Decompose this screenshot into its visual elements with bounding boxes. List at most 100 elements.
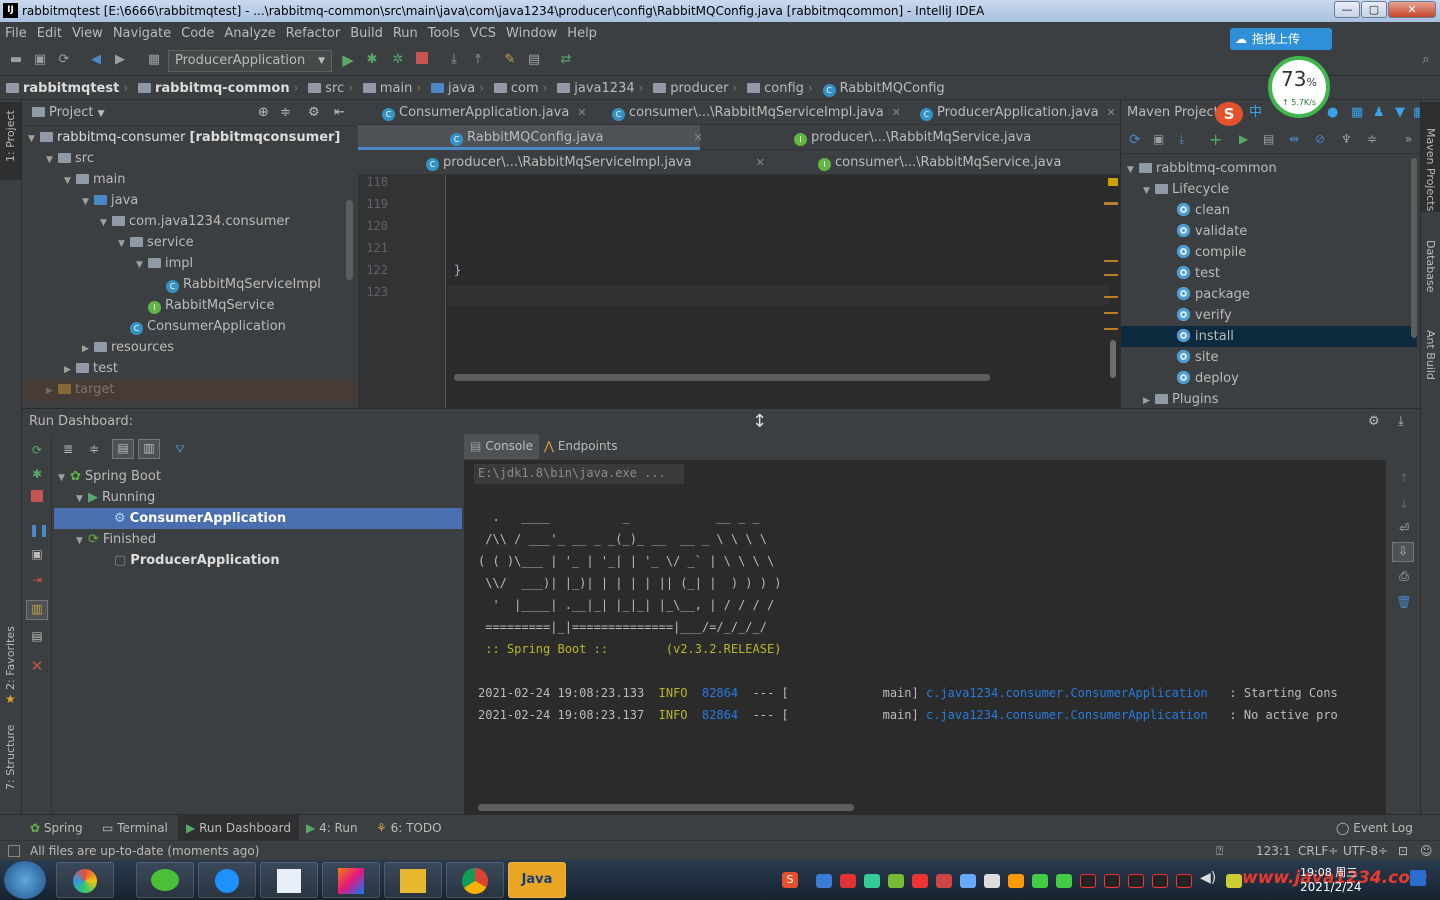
scroll-up-icon[interactable]: ↑ bbox=[1396, 470, 1412, 486]
run-maven-icon[interactable]: ▶ bbox=[1239, 132, 1248, 146]
console-output[interactable]: E:\jdk1.8\bin\java.exe ... . ____ _ __ _… bbox=[464, 460, 1386, 814]
editor-vertical-scrollbar[interactable] bbox=[1110, 340, 1116, 378]
tree-spring-boot[interactable]: ▼ ✿ Spring Boot bbox=[58, 466, 161, 487]
event-log-tool-button[interactable]: ◯ Event Log bbox=[1336, 815, 1413, 841]
user-icon[interactable]: ♟ bbox=[1373, 100, 1385, 126]
menu-vcs[interactable]: VCS bbox=[465, 23, 501, 45]
gear-icon[interactable]: ⚙ bbox=[308, 100, 320, 126]
breadcrumb-item[interactable]: producer bbox=[653, 77, 729, 101]
tab-consumer-service[interactable]: Iconsumer\...\RabbitMqService.java✕ bbox=[818, 150, 1135, 175]
keyboard-icon[interactable]: ▦ bbox=[1351, 100, 1363, 126]
inspection-icon[interactable]: ☺ bbox=[1420, 841, 1433, 861]
qq-tray-icon[interactable] bbox=[1128, 874, 1144, 888]
layout-icon[interactable]: ▥ bbox=[26, 600, 48, 620]
shield-icon[interactable] bbox=[864, 874, 880, 888]
more-icon[interactable]: » bbox=[1405, 132, 1412, 146]
close-tab-icon[interactable]: ✕ bbox=[892, 106, 901, 119]
clock-time[interactable]: 19:08 周三 bbox=[1300, 864, 1357, 880]
editor-horizontal-scrollbar[interactable] bbox=[454, 374, 990, 381]
chevron-down-icon[interactable]: ▼ bbox=[82, 192, 94, 213]
tree-finished-app[interactable]: ▢ ProducerApplication bbox=[114, 550, 280, 571]
console-horizontal-scrollbar[interactable] bbox=[478, 804, 854, 811]
tree-item[interactable]: ▶ resources bbox=[82, 337, 174, 358]
taskbar-app-intellij[interactable] bbox=[322, 862, 380, 898]
collapse-all-icon[interactable]: ≑ bbox=[1367, 132, 1377, 146]
collapse-all-icon[interactable]: ≑ bbox=[86, 441, 102, 457]
close-tab-icon[interactable]: ✕ bbox=[693, 131, 702, 144]
tray-icon-8[interactable] bbox=[1056, 874, 1072, 888]
coverage-icon[interactable]: ✲ bbox=[390, 52, 406, 68]
reimport-icon[interactable]: ⟳ bbox=[1129, 132, 1141, 148]
menu-help[interactable]: Help bbox=[562, 23, 602, 45]
hide-icon[interactable]: ⇤ bbox=[334, 100, 345, 126]
network-speed-widget[interactable]: 73% ↑ 5.7K/s bbox=[1268, 56, 1330, 118]
upload-drag-button[interactable]: ☁ 拖拽上传 bbox=[1230, 28, 1332, 50]
maven-goal-verify[interactable]: verify bbox=[1177, 305, 1232, 326]
group-by-type-icon[interactable]: ▤ bbox=[112, 439, 134, 459]
maven-settings-icon[interactable]: ▤ bbox=[1263, 132, 1274, 146]
menu-window[interactable]: Window bbox=[501, 23, 562, 45]
trash-icon[interactable]: 🗑 bbox=[1396, 594, 1412, 610]
chevron-right-icon[interactable]: ▶ bbox=[82, 339, 94, 360]
tray-icon-1[interactable] bbox=[816, 874, 832, 888]
nvidia-icon[interactable] bbox=[888, 874, 904, 888]
tray-icon-9[interactable] bbox=[1226, 874, 1242, 888]
project-structure-icon[interactable]: ✎ bbox=[502, 52, 518, 68]
breadcrumb-item[interactable]: java1234 bbox=[557, 77, 635, 101]
tree-item[interactable]: C ConsumerApplication bbox=[118, 316, 286, 337]
microphone-icon[interactable]: ● bbox=[1327, 100, 1338, 126]
exit-icon[interactable]: ⇥ bbox=[29, 572, 45, 588]
menu-run[interactable]: Run bbox=[388, 23, 423, 45]
tab-console[interactable]: ▤ Console bbox=[464, 434, 539, 459]
close-icon[interactable]: ✕ bbox=[29, 658, 45, 674]
toggle-offline-icon[interactable]: ⇹ bbox=[1289, 132, 1299, 146]
chevron-down-icon[interactable]: ▼ bbox=[118, 234, 130, 255]
hide-panel-icon[interactable]: ⤓ bbox=[1398, 409, 1404, 435]
maven-goal-validate[interactable]: validate bbox=[1177, 221, 1247, 242]
ime-mode-icon[interactable]: 中 bbox=[1249, 100, 1262, 126]
favorites-tool-label[interactable]: 2: Favorites bbox=[4, 626, 17, 690]
print-icon[interactable]: ⎙ bbox=[1396, 568, 1412, 584]
maven-tool-label[interactable]: Maven Projects bbox=[1424, 128, 1437, 211]
close-tab-icon[interactable]: ✕ bbox=[1107, 106, 1116, 119]
error-stripe-marker[interactable] bbox=[1104, 296, 1118, 298]
chevron-down-icon[interactable]: ▼ bbox=[64, 171, 76, 192]
volume-icon[interactable]: ◀) bbox=[1200, 870, 1216, 886]
attach-debugger-icon[interactable]: ⤓ bbox=[446, 52, 462, 68]
taskbar-app-wechat[interactable] bbox=[136, 862, 194, 898]
sogou-tray-icon[interactable]: S bbox=[782, 872, 798, 888]
breadcrumb-item[interactable]: main bbox=[362, 77, 412, 101]
maven-goal-clean[interactable]: clean bbox=[1177, 200, 1230, 221]
breadcrumb-item[interactable]: java bbox=[430, 77, 475, 101]
error-stripe-marker[interactable] bbox=[1104, 202, 1118, 205]
menu-navigate[interactable]: Navigate bbox=[108, 23, 176, 45]
breadcrumb-item[interactable]: rabbitmqtest bbox=[6, 77, 119, 101]
close-tab-icon[interactable]: ✕ bbox=[577, 106, 586, 119]
breadcrumb-item[interactable]: rabbitmq-common bbox=[137, 77, 290, 101]
group-by-status-icon[interactable]: ▥ bbox=[138, 439, 160, 459]
chevron-down-icon[interactable]: ▼ bbox=[46, 150, 58, 171]
scroll-down-icon[interactable]: ↓ bbox=[1396, 496, 1412, 512]
menu-code[interactable]: Code bbox=[176, 23, 219, 45]
debug-icon[interactable]: ✱ bbox=[364, 52, 380, 68]
maven-scrollbar[interactable] bbox=[1411, 158, 1417, 338]
qq-tray-icon[interactable] bbox=[1104, 874, 1120, 888]
pause-icon[interactable]: ❚❚ bbox=[29, 522, 49, 538]
taskbar-app-explorer[interactable] bbox=[384, 862, 442, 898]
tree-item[interactable]: ▼ java bbox=[82, 190, 138, 211]
tree-item[interactable]: ▼ impl bbox=[136, 253, 193, 274]
add-icon[interactable]: + bbox=[1209, 130, 1222, 149]
taskbar-app-java[interactable]: Java bbox=[508, 862, 566, 898]
chevron-down-icon[interactable]: ▼ bbox=[136, 255, 148, 276]
dependencies-icon[interactable]: ♆ bbox=[1341, 132, 1352, 146]
tree-item[interactable]: ▼ src bbox=[46, 148, 94, 169]
toggle-tool-windows-icon[interactable] bbox=[8, 845, 20, 857]
tray-icon-7[interactable] bbox=[1008, 874, 1024, 888]
maven-goal-site[interactable]: site bbox=[1177, 347, 1218, 368]
tab-producer-application[interactable]: C ProducerApplication.java ✕ bbox=[920, 100, 1116, 125]
tree-running[interactable]: ▼ ▶ Running bbox=[76, 487, 155, 508]
sync-icon[interactable]: ⟳ bbox=[56, 52, 72, 68]
tree-item[interactable]: I RabbitMqService bbox=[136, 295, 274, 316]
generate-sources-icon[interactable]: ▣ bbox=[1153, 132, 1164, 146]
update-icon[interactable]: ⤒ bbox=[470, 52, 486, 68]
